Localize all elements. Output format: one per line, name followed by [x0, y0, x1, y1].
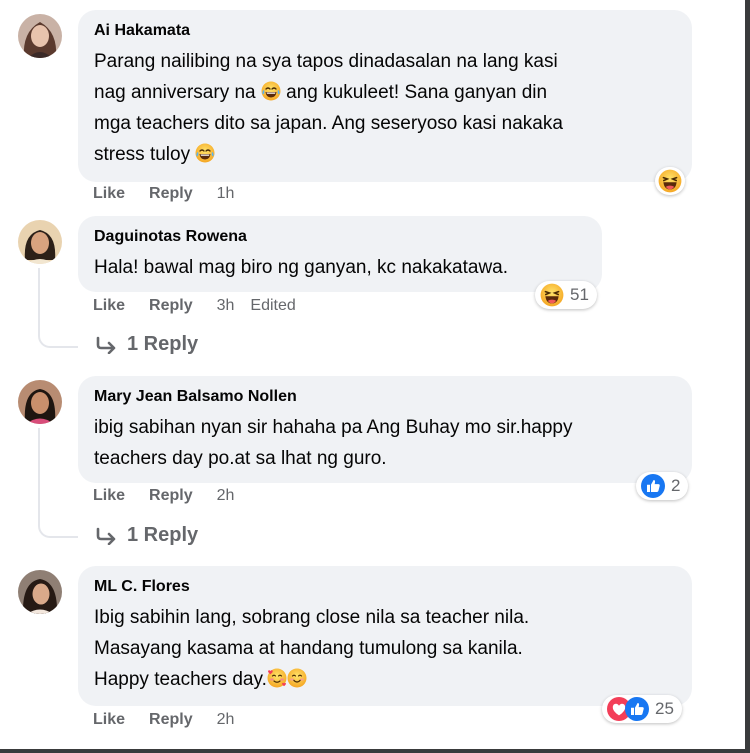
comment-timestamp[interactable]: 1h	[217, 185, 235, 203]
avatar[interactable]	[18, 570, 62, 614]
like-button[interactable]: Like	[93, 711, 125, 729]
window-frame-right	[745, 0, 750, 753]
reply-button[interactable]: Reply	[149, 711, 193, 729]
avatar[interactable]	[18, 14, 62, 58]
like-reaction-icon	[625, 697, 649, 721]
window-frame-bottom	[0, 749, 750, 753]
comment-actions: Like Reply 3h Edited	[93, 297, 320, 315]
replies-count-label[interactable]: 1 Reply	[127, 333, 198, 356]
reply-button[interactable]: Reply	[149, 297, 193, 315]
comment-timestamp[interactable]: 3h	[217, 297, 235, 315]
comment-bubble: Daguinotas Rowena Hala! bawal mag biro n…	[78, 216, 602, 292]
reaction-summary[interactable]: 25	[602, 695, 682, 723]
comment-text: ibig sabihan nyan sir hahaha pa Ang Buha…	[94, 417, 573, 469]
comment-author[interactable]: ML C. Flores	[94, 576, 676, 598]
reply-arrow-icon	[96, 527, 116, 545]
replies-count-label[interactable]: 1 Reply	[127, 524, 198, 547]
haha-reaction-icon	[540, 283, 564, 307]
view-replies-link[interactable]: 1 Reply	[95, 524, 198, 547]
avatar[interactable]	[18, 380, 62, 424]
haha-reaction-icon	[658, 169, 682, 193]
view-replies-link[interactable]: 1 Reply	[95, 333, 198, 356]
laughing-tears-emoji-icon	[261, 81, 281, 101]
comment-timestamp[interactable]: 2h	[217, 711, 235, 729]
comment-timestamp[interactable]: 2h	[217, 487, 235, 505]
reaction-count: 2	[671, 476, 681, 495]
comment-author[interactable]: Mary Jean Balsamo Nollen	[94, 386, 676, 408]
comment-author[interactable]: Daguinotas Rowena	[94, 226, 586, 248]
comment-text: Parang nailibing na sya tapos dinadasala…	[94, 51, 563, 165]
like-reaction-icon	[641, 474, 665, 498]
comment-bubble: Ai Hakamata Parang nailibing na sya tapo…	[78, 10, 692, 182]
like-button[interactable]: Like	[93, 185, 125, 203]
reaction-count: 51	[570, 285, 589, 304]
reply-button[interactable]: Reply	[149, 487, 193, 505]
reply-button[interactable]: Reply	[149, 185, 193, 203]
laughing-tears-emoji-icon	[195, 143, 215, 163]
comment-actions: Like Reply 1h	[93, 185, 258, 203]
thread-line	[38, 428, 78, 538]
smiling-face-emoji-icon	[287, 668, 307, 688]
reaction-summary[interactable]	[655, 167, 685, 195]
comment-text: Ibig sabihin lang, sobrang close nila sa…	[94, 607, 530, 690]
edited-label: Edited	[250, 297, 296, 314]
comment-text: Hala! bawal mag biro ng ganyan, kc nakak…	[94, 257, 509, 278]
comment-bubble: Mary Jean Balsamo Nollen ibig sabihan ny…	[78, 376, 692, 483]
like-button[interactable]: Like	[93, 297, 125, 315]
comment-actions: Like Reply 2h	[93, 487, 258, 505]
reaction-summary[interactable]: 51	[535, 281, 597, 309]
reaction-count: 25	[655, 699, 674, 718]
avatar[interactable]	[18, 220, 62, 264]
comment-author[interactable]: Ai Hakamata	[94, 20, 676, 42]
reply-arrow-icon	[96, 336, 116, 354]
reaction-summary[interactable]: 2	[636, 472, 689, 500]
thread-line	[38, 268, 78, 348]
comment-bubble: ML C. Flores Ibig sabihin lang, sobrang …	[78, 566, 692, 706]
smiling-face-with-hearts-emoji-icon	[267, 668, 287, 688]
comment-actions: Like Reply 2h	[93, 711, 258, 729]
like-button[interactable]: Like	[93, 487, 125, 505]
